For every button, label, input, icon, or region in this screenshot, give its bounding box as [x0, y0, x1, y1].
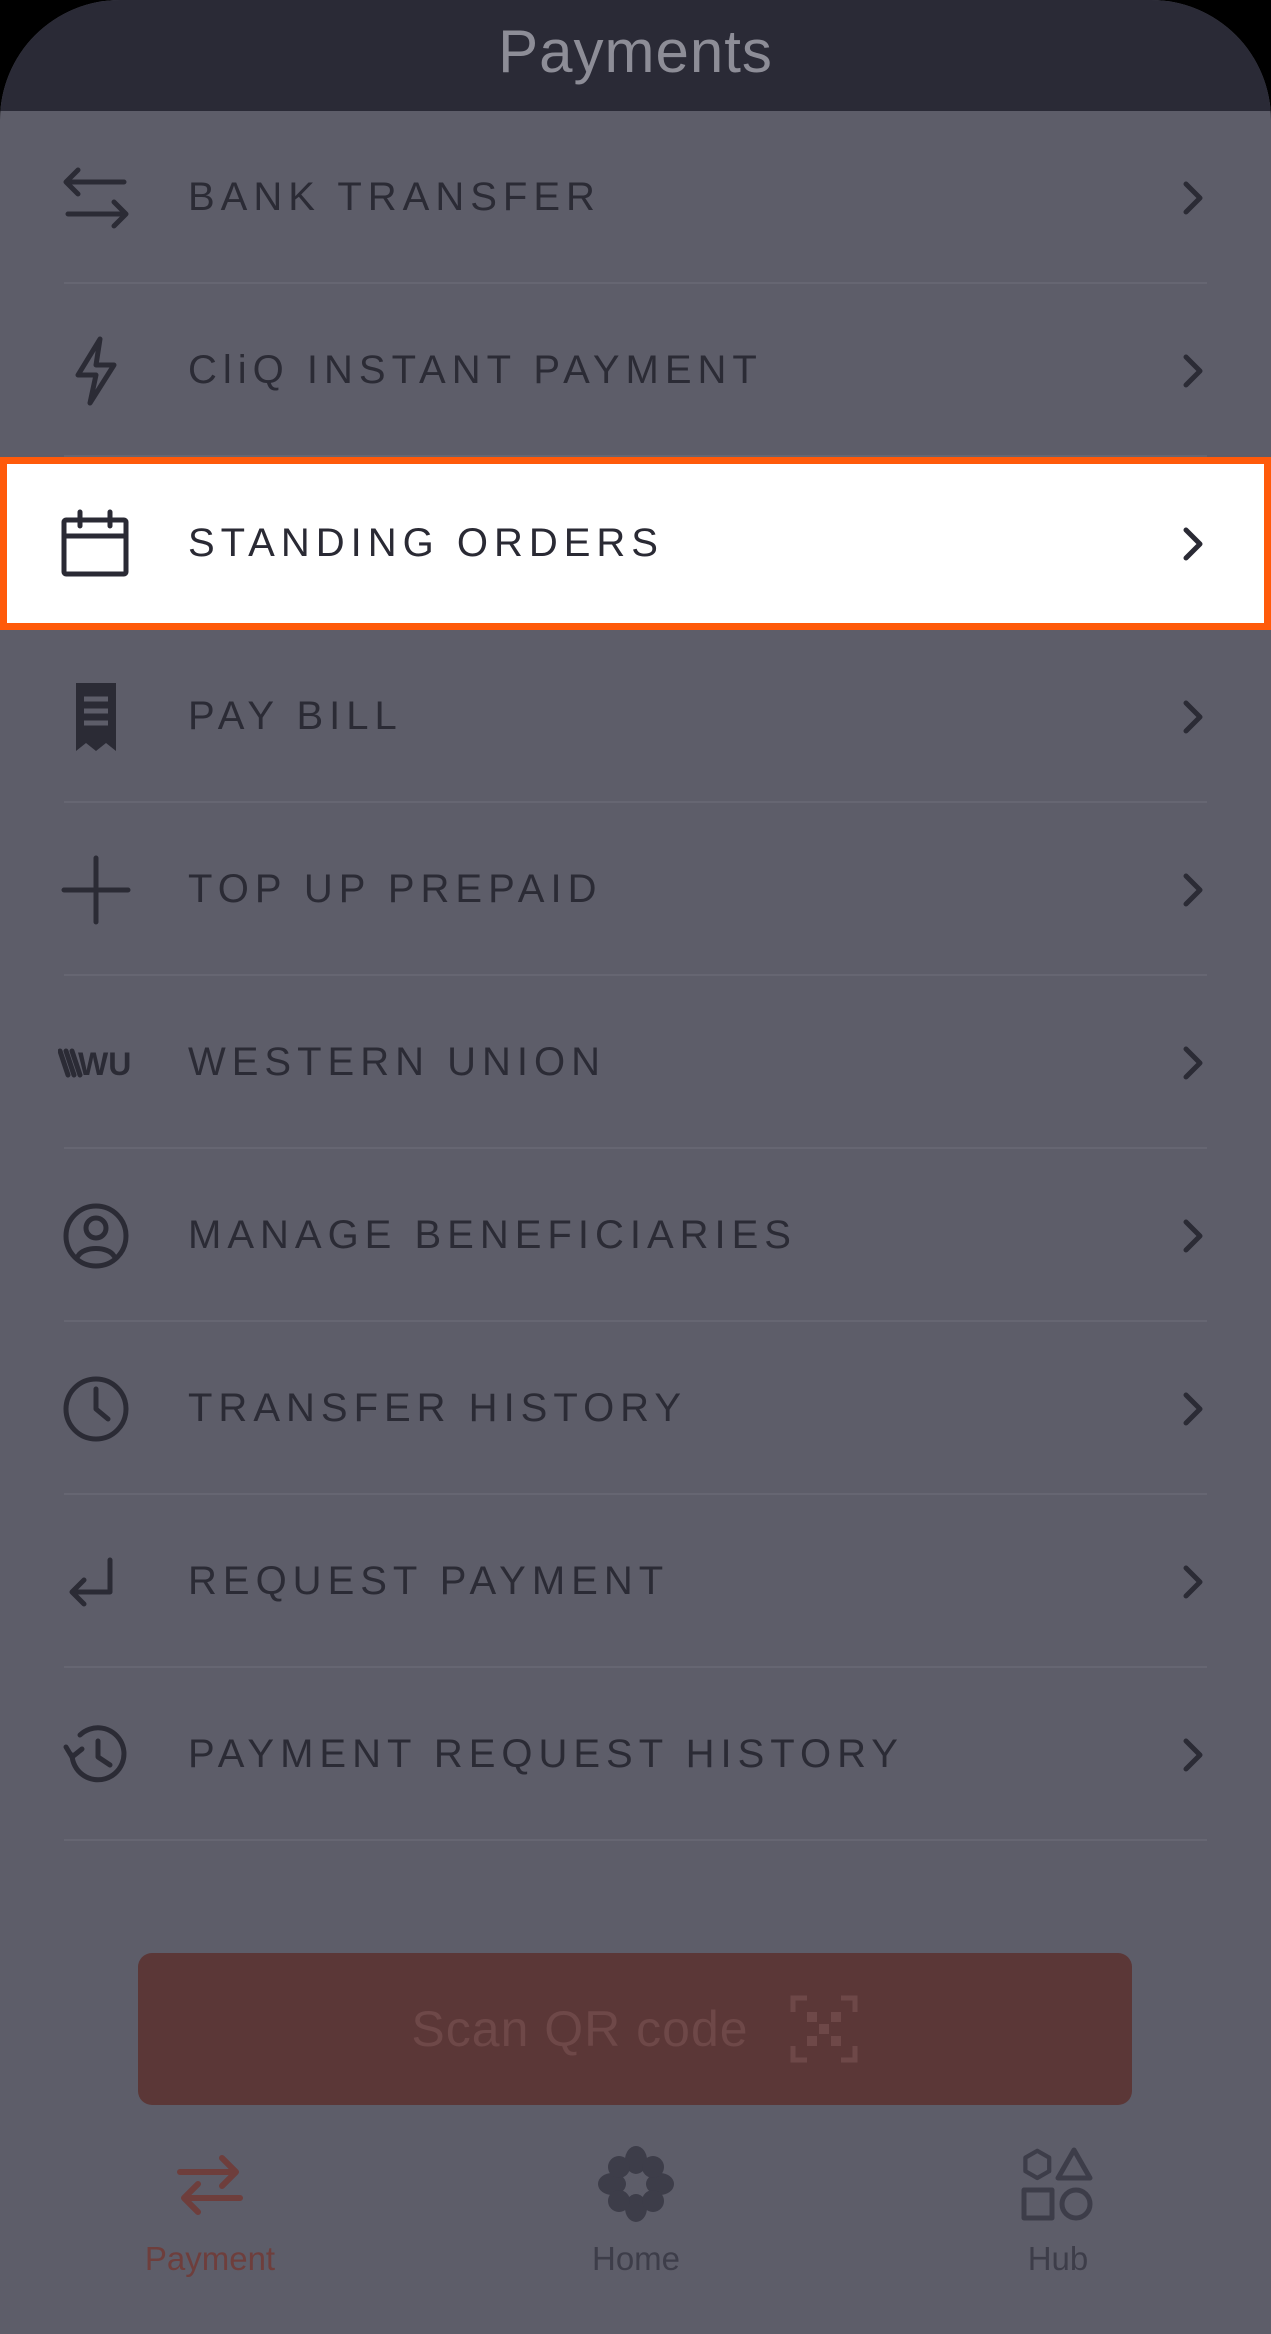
- lightning-icon: [58, 333, 134, 409]
- tab-hub-label: Hub: [1027, 2240, 1089, 2277]
- tab-payment-label: Payment: [144, 2240, 276, 2277]
- menu-item-pay-bill[interactable]: PAY BILL: [0, 630, 1271, 803]
- svg-text:WU: WU: [78, 1046, 131, 1082]
- return-arrow-icon: [58, 1544, 134, 1620]
- user-circle-icon: [58, 1198, 134, 1274]
- payments-screen: Payments BANK TRANSFER CliQ INSTANT PAYM…: [0, 0, 1271, 2334]
- chevron-right-icon: [1183, 354, 1203, 387]
- menu-item-label: PAY BILL: [188, 694, 403, 738]
- tab-hub[interactable]: Hub: [908, 2130, 1208, 2300]
- payments-menu: BANK TRANSFER CliQ INSTANT PAYMENT STAND…: [0, 111, 1271, 1841]
- menu-item-label: TOP UP PREPAID: [188, 867, 603, 911]
- calendar-icon: [58, 506, 134, 582]
- tab-home-label: Home: [591, 2240, 681, 2277]
- menu-item-transfer-history[interactable]: TRANSFER HISTORY: [0, 1322, 1271, 1495]
- chevron-right-icon: [1183, 700, 1203, 733]
- menu-item-label: WESTERN UNION: [188, 1040, 606, 1084]
- chevron-right-icon: [1183, 1392, 1203, 1425]
- scan-qr-code-button[interactable]: Scan QR code: [138, 1953, 1132, 2105]
- header: Payments: [0, 0, 1271, 111]
- western-union-logo-icon: WU: [58, 1025, 134, 1101]
- plus-icon: [58, 852, 134, 928]
- payment-arrows-icon: [177, 2155, 243, 2215]
- chevron-right-icon: [1183, 1565, 1203, 1598]
- page-title: Payments: [498, 18, 773, 85]
- chevron-right-icon: [1183, 1219, 1203, 1252]
- bottom-tab-bar: Payment Home Hub: [0, 2130, 1271, 2334]
- menu-item-label: CliQ INSTANT PAYMENT: [188, 348, 763, 392]
- chevron-right-icon: [1183, 873, 1203, 906]
- chevron-right-icon: [1183, 527, 1203, 560]
- menu-item-cliq-instant-payment[interactable]: CliQ INSTANT PAYMENT: [0, 284, 1271, 457]
- flower-logo-icon: [598, 2146, 674, 2222]
- clock-icon: [58, 1371, 134, 1447]
- menu-item-standing-orders[interactable]: STANDING ORDERS: [0, 457, 1271, 630]
- tab-payment[interactable]: Payment: [60, 2130, 360, 2300]
- chevron-right-icon: [1183, 181, 1203, 214]
- menu-item-western-union[interactable]: WU WESTERN UNION: [0, 976, 1271, 1149]
- tab-home[interactable]: Home: [486, 2130, 786, 2300]
- menu-item-request-payment[interactable]: REQUEST PAYMENT: [0, 1495, 1271, 1668]
- menu-item-top-up-prepaid[interactable]: TOP UP PREPAID: [0, 803, 1271, 976]
- menu-item-label: PAYMENT REQUEST HISTORY: [188, 1732, 904, 1776]
- transfer-arrows-icon: [58, 160, 134, 236]
- menu-item-payment-request-history[interactable]: PAYMENT REQUEST HISTORY: [0, 1668, 1271, 1841]
- scan-qr-code-label: Scan QR code: [411, 2001, 749, 2057]
- receipt-icon: [58, 679, 134, 755]
- qr-scan-icon: [790, 1995, 858, 2063]
- menu-item-label: TRANSFER HISTORY: [188, 1386, 688, 1430]
- history-icon: [58, 1717, 134, 1793]
- shapes-icon: [1021, 2147, 1093, 2221]
- menu-item-label: BANK TRANSFER: [188, 175, 601, 219]
- menu-item-label: REQUEST PAYMENT: [188, 1559, 670, 1603]
- chevron-right-icon: [1183, 1738, 1203, 1771]
- menu-item-label: STANDING ORDERS: [188, 521, 664, 565]
- chevron-right-icon: [1183, 1046, 1203, 1079]
- menu-item-label: MANAGE BENEFICIARIES: [188, 1213, 797, 1257]
- menu-item-manage-beneficiaries[interactable]: MANAGE BENEFICIARIES: [0, 1149, 1271, 1322]
- menu-item-bank-transfer[interactable]: BANK TRANSFER: [0, 111, 1271, 284]
